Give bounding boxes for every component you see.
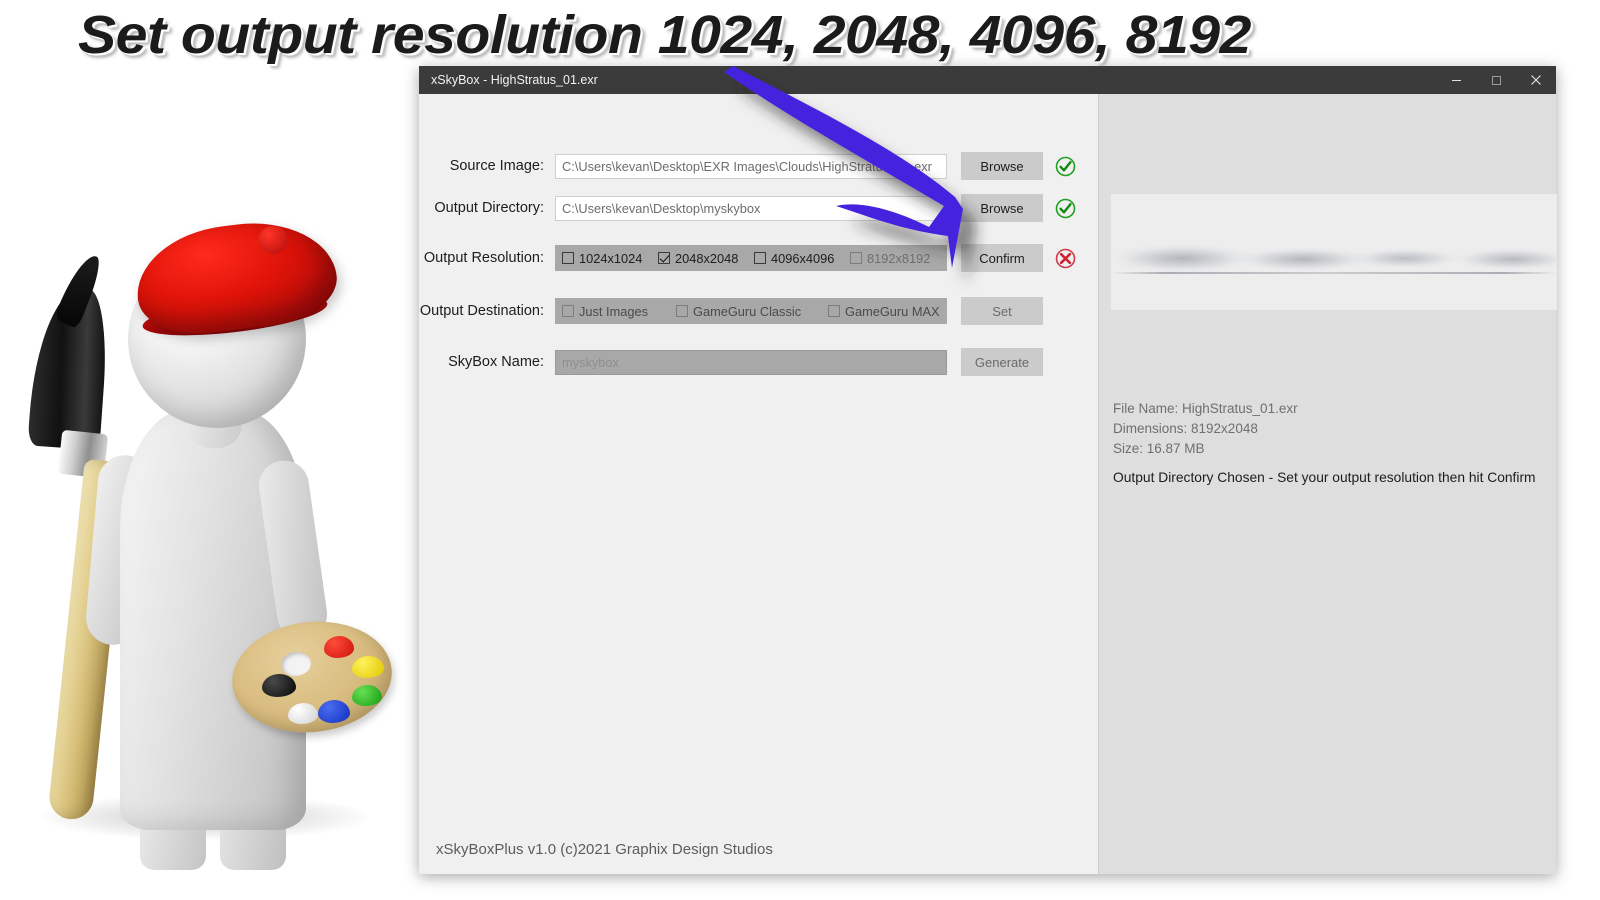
window-body: Source Image: C:\Users\kevan\Desktop\EXR…	[419, 94, 1557, 874]
destination-option-just-images-label: Just Images	[579, 303, 648, 319]
form-pane: Source Image: C:\Users\kevan\Desktop\EXR…	[419, 94, 1098, 874]
output-resolution-row: Output Resolution: 1024x1024 2048x2048 4…	[419, 243, 1076, 273]
palette-paint-green	[352, 685, 382, 706]
preview-size: Size: 16.87 MB	[1113, 441, 1205, 456]
destination-option-gameguru-max: GameGuru MAX	[828, 304, 940, 319]
banner-text: Set output resolution 1024, 2048, 4096, …	[78, 5, 1251, 65]
close-icon	[1531, 75, 1541, 85]
checkbox-4096-icon[interactable]	[754, 252, 766, 264]
mascot-beret-nub	[258, 226, 288, 254]
confirm-button[interactable]: Confirm	[961, 244, 1043, 272]
resolution-option-8192: 8192x8192	[850, 251, 946, 266]
destination-option-gameguru-classic: GameGuru Classic	[676, 304, 828, 319]
skybox-name-row: SkyBox Name: myskybox Generate	[419, 347, 1043, 377]
output-resolution-status-error-icon	[1054, 247, 1076, 269]
palette-paint-white	[288, 703, 318, 724]
paintbrush-bristles-icon	[27, 285, 111, 451]
source-image-row: Source Image: C:\Users\kevan\Desktop\EXR…	[419, 151, 1076, 181]
resolution-option-1024[interactable]: 1024x1024	[562, 251, 658, 266]
destination-option-just-images: Just Images	[562, 304, 676, 319]
palette-paint-red	[324, 636, 354, 658]
checkbox-just-images-icon	[562, 305, 574, 317]
source-image-browse-button[interactable]: Browse	[961, 152, 1043, 180]
output-directory-row: Output Directory: C:\Users\kevan\Desktop…	[419, 193, 1076, 223]
footer-credit: xSkyBoxPlus v1.0 (c)2021 Graphix Design …	[436, 841, 773, 858]
window-titlebar: xSkyBox - HighStratus_01.exr	[419, 66, 1556, 94]
output-resolution-label: Output Resolution:	[423, 250, 544, 266]
resolution-option-2048[interactable]: 2048x2048	[658, 251, 754, 266]
destination-option-gameguru-max-label: GameGuru MAX	[845, 303, 940, 319]
resolution-option-8192-label: 8192x8192	[867, 250, 931, 266]
output-directory-input[interactable]: C:\Users\kevan\Desktop\myskybox	[555, 195, 947, 221]
generate-button[interactable]: Generate	[961, 348, 1043, 376]
resolution-option-2048-label: 2048x2048	[675, 250, 739, 266]
resolution-option-4096-label: 4096x4096	[771, 250, 835, 266]
checkbox-8192-icon	[850, 252, 862, 264]
checkbox-gameguru-classic-icon	[676, 305, 688, 317]
palette-paint-blue	[318, 700, 350, 723]
preview-horizon-line	[1111, 272, 1557, 274]
checkbox-gameguru-max-icon	[828, 305, 840, 317]
source-image-label: Source Image:	[449, 158, 544, 174]
output-directory-status-ok-icon	[1054, 197, 1076, 219]
preview-cloud-band	[1111, 232, 1557, 276]
minimize-icon	[1451, 79, 1461, 81]
output-destination-row: Output Destination: Just Images GameGuru…	[419, 296, 1043, 326]
maximize-button[interactable]	[1476, 66, 1516, 94]
skybox-name-input[interactable]: myskybox	[555, 349, 947, 375]
maximize-icon	[1491, 75, 1501, 85]
minimize-button[interactable]	[1436, 66, 1476, 94]
output-directory-browse-button[interactable]: Browse	[961, 194, 1043, 222]
preview-file-name: File Name: HighStratus_01.exr	[1113, 401, 1298, 416]
mascot-illustration	[0, 60, 420, 900]
mascot-beret	[130, 213, 342, 341]
output-destination-label: Output Destination:	[419, 303, 544, 319]
checkbox-1024-icon[interactable]	[562, 252, 574, 264]
close-button[interactable]	[1516, 66, 1556, 94]
output-destination-options: Just Images GameGuru Classic GameGuru MA…	[555, 298, 947, 324]
screenshot-root: xSkyBox - HighStratus_01.exr Source Imag…	[0, 0, 1600, 900]
skybox-name-label: SkyBox Name:	[448, 354, 544, 370]
set-button[interactable]: Set	[961, 297, 1043, 325]
preview-pane: File Name: HighStratus_01.exr Dimensions…	[1098, 94, 1557, 874]
xskybox-application-window: xSkyBox - HighStratus_01.exr Source Imag…	[419, 66, 1557, 874]
checkbox-2048-icon[interactable]	[658, 252, 670, 264]
window-title: xSkyBox - HighStratus_01.exr	[431, 73, 598, 87]
palette-paint-yellow	[352, 656, 384, 678]
source-image-status-ok-icon	[1054, 155, 1076, 177]
palette-paint-black	[262, 674, 296, 697]
destination-option-gameguru-classic-label: GameGuru Classic	[693, 303, 802, 319]
status-message: Output Directory Chosen - Set your outpu…	[1113, 470, 1536, 485]
preview-dimensions: Dimensions: 8192x2048	[1113, 421, 1258, 436]
source-image-preview	[1111, 194, 1557, 310]
output-directory-label: Output Directory:	[434, 200, 544, 216]
resolution-option-4096[interactable]: 4096x4096	[754, 251, 850, 266]
window-controls	[1436, 66, 1556, 94]
output-resolution-options: 1024x1024 2048x2048 4096x4096 8192x8192	[555, 245, 947, 271]
source-image-input[interactable]: C:\Users\kevan\Desktop\EXR Images\Clouds…	[555, 153, 947, 179]
resolution-option-1024-label: 1024x1024	[579, 250, 643, 266]
